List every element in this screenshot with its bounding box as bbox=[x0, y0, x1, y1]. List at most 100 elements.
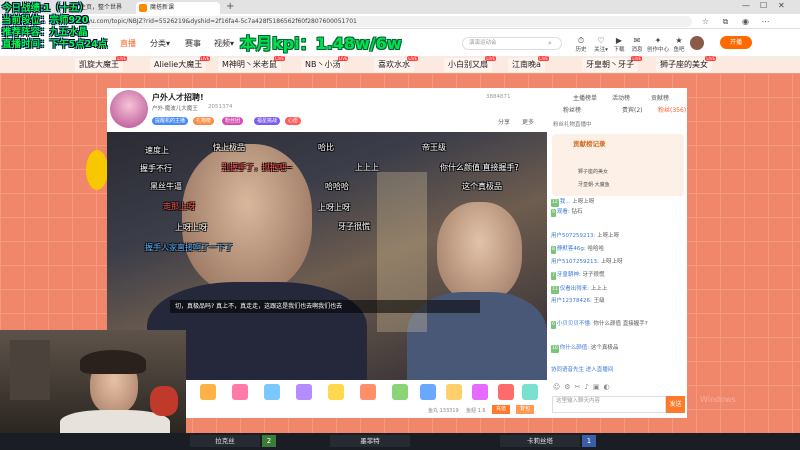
streamer-avatar[interactable] bbox=[110, 90, 148, 128]
chat-message: 用户5107259213: 上呀上呀 bbox=[551, 259, 623, 265]
danmaku: 这个真极品 bbox=[462, 182, 502, 191]
history-button[interactable]: ⏱ 历史 bbox=[573, 36, 589, 53]
search-input[interactable]: 演演运动会 bbox=[462, 37, 562, 50]
maximize-icon[interactable]: ☐ bbox=[760, 1, 767, 10]
chat-message: 8 静默客46g: 哈哈哈 bbox=[551, 246, 604, 254]
webcam-shelf bbox=[10, 340, 50, 400]
gift-icon[interactable] bbox=[446, 384, 462, 400]
avatar[interactable] bbox=[690, 36, 704, 50]
menu-icon[interactable]: ⋯ bbox=[760, 16, 771, 27]
url-field[interactable]: www.douyu.com/topic/NBJZ?rid=5526219&dys… bbox=[52, 16, 692, 27]
recommend-item[interactable]: 狮子座的美女 LIVE bbox=[656, 56, 716, 72]
chat-message: 9 观看: 钻石 bbox=[551, 209, 583, 217]
chat-tools[interactable]: ☺⚙✂♪▣◐ bbox=[553, 383, 614, 391]
nav-events[interactable]: 赛事 bbox=[185, 38, 201, 49]
webcam-hair bbox=[80, 350, 146, 374]
danmaku: 牙子很慌 bbox=[338, 222, 370, 231]
fishfin-count: 鱼翅 1.6 bbox=[466, 408, 486, 414]
gift-icon[interactable] bbox=[360, 384, 376, 400]
star-icon[interactable]: ☆ bbox=[700, 16, 711, 27]
share-button[interactable]: 分享 bbox=[498, 117, 510, 126]
video-subtitle: 切，真极品吗? 真上不，真走走，这跟这是我们也去啊我们也去 bbox=[170, 300, 480, 313]
rank-title: 贡献榜记录 bbox=[573, 140, 606, 148]
danmaku: 你什么颜值 直接握手? bbox=[440, 163, 519, 172]
recommend-item[interactable]: NB丶小汤 LIVE bbox=[301, 56, 349, 72]
download-button[interactable]: ▶ 下载 bbox=[611, 36, 627, 53]
gift-icon[interactable] bbox=[392, 384, 408, 400]
recommend-item[interactable]: 江南晚a LIVE bbox=[508, 56, 549, 72]
room-tag[interactable]: 福星挑战 bbox=[254, 117, 281, 125]
player-slot: 墨菲特 bbox=[330, 435, 410, 447]
player-slot: 卡莉丝塔 bbox=[500, 435, 580, 447]
room-id: 2051374 bbox=[208, 104, 233, 110]
tab-fans-count[interactable]: 粉丝(356) bbox=[658, 105, 686, 114]
address-bar: ← → ↻ ⌂ www.douyu.com/topic/NBJZ?rid=552… bbox=[0, 14, 800, 29]
recommend-item[interactable]: 小白别又扇 LIVE bbox=[444, 56, 496, 72]
follow-button[interactable]: ♡ 关注▾ bbox=[593, 36, 609, 53]
messages-button[interactable]: ✉ 消息 bbox=[629, 36, 645, 53]
room-title: 户外人才招聘! bbox=[152, 93, 204, 102]
mail-icon: ✉ bbox=[633, 36, 641, 45]
new-tab-button[interactable]: + bbox=[226, 1, 234, 12]
recharge-button[interactable]: 充值 bbox=[492, 405, 510, 414]
danmaku: 走那上呀 bbox=[163, 202, 195, 211]
creator-icon: ✦ bbox=[654, 36, 662, 45]
chat-notice: 粉丝礼物直播中 bbox=[553, 122, 592, 128]
browser-tab-active[interactable]: 魔搭新课 bbox=[136, 2, 220, 14]
gift-icon[interactable] bbox=[472, 384, 488, 400]
danmaku: 上呀上呀 bbox=[318, 203, 350, 212]
danmaku: 快上极品 bbox=[213, 143, 245, 152]
gift-icon[interactable] bbox=[264, 384, 280, 400]
danmaku: 握手人家直接啊了一下了 bbox=[145, 243, 233, 252]
gift-icon[interactable] bbox=[232, 384, 248, 400]
profile-icon[interactable]: ◉ bbox=[740, 16, 751, 27]
chat-message: 用户12378426: 王级 bbox=[551, 298, 605, 304]
tab-activity-rank[interactable]: 活动榜 bbox=[612, 93, 630, 102]
room-tag[interactable]: 礼物榜 bbox=[193, 117, 215, 125]
tab-vip[interactable]: 贵宾(2) bbox=[622, 105, 643, 114]
fishbar-icon: ★ bbox=[675, 36, 683, 45]
extensions-icon[interactable]: ⧉ bbox=[720, 16, 731, 27]
gift-icon[interactable] bbox=[328, 384, 344, 400]
room-tag[interactable]: 提醒机的主播 bbox=[152, 117, 189, 125]
danmaku: 速度上 bbox=[145, 146, 169, 155]
overlay-kpi: 本月kpi：1.48w/6w bbox=[240, 34, 402, 53]
gift-icon[interactable] bbox=[200, 384, 216, 400]
search-icon[interactable]: ⌕ bbox=[548, 39, 558, 49]
gift-icon[interactable] bbox=[296, 384, 312, 400]
creator-center-button[interactable]: ✦ 创作中心 bbox=[647, 36, 669, 53]
danmaku: 哈比 bbox=[318, 143, 334, 152]
tab-fans[interactable]: 粉丝榜 bbox=[563, 105, 581, 114]
side-decoration bbox=[86, 150, 108, 190]
nav-category[interactable]: 分类▾ bbox=[150, 38, 170, 49]
tab-streamer-rank[interactable]: 主播榜单 bbox=[573, 93, 597, 102]
gift-icon[interactable] bbox=[522, 384, 538, 400]
recommend-item[interactable]: 凯旋大魔王 LIVE bbox=[75, 56, 127, 72]
gift-icon[interactable] bbox=[420, 384, 436, 400]
recommend-item[interactable]: 喜欢水水 LIVE bbox=[374, 56, 418, 72]
recommend-item[interactable]: 牙皇朝丶牙子 LIVE bbox=[582, 56, 642, 72]
rank-item[interactable]: 狮子座的美女 bbox=[578, 168, 608, 175]
minimize-icon[interactable]: — bbox=[742, 1, 750, 10]
close-icon[interactable]: ✕ bbox=[778, 1, 785, 10]
tab-contribution-rank[interactable]: 贡献榜 bbox=[651, 93, 669, 102]
chat-input[interactable]: 这里输入聊天内容 bbox=[552, 396, 666, 413]
room-tag[interactable]: 心愿 bbox=[285, 117, 302, 125]
send-button[interactable]: 发送 bbox=[666, 396, 685, 413]
recommend-item[interactable]: M神明丶米老鼠 LIVE bbox=[218, 56, 285, 72]
recommend-item[interactable]: Alielie大魔王 LIVE bbox=[150, 56, 211, 72]
room-tag[interactable]: 粉丝团 bbox=[222, 117, 244, 125]
room-owner[interactable]: 户外·魔波儿大魔王 bbox=[152, 104, 198, 112]
chat-message: 协同语音先生 进入直播间 bbox=[551, 367, 614, 373]
nav-live[interactable]: 直播 bbox=[120, 38, 136, 49]
bag-button[interactable]: 背包 bbox=[516, 405, 534, 414]
danmaku: 哈哈哈 bbox=[325, 182, 349, 191]
start-live-button[interactable]: 开播 bbox=[720, 36, 752, 49]
rank-item[interactable]: 牙皇朝·大魔鱼 bbox=[578, 181, 610, 188]
nav-video[interactable]: 视频▾ bbox=[214, 38, 234, 49]
rank-box bbox=[552, 134, 684, 196]
fishbar-button[interactable]: ★ 鱼吧 bbox=[671, 36, 687, 53]
gift-icon[interactable] bbox=[498, 384, 514, 400]
more-button[interactable]: 更多 bbox=[522, 117, 534, 126]
guest-face bbox=[437, 202, 522, 302]
